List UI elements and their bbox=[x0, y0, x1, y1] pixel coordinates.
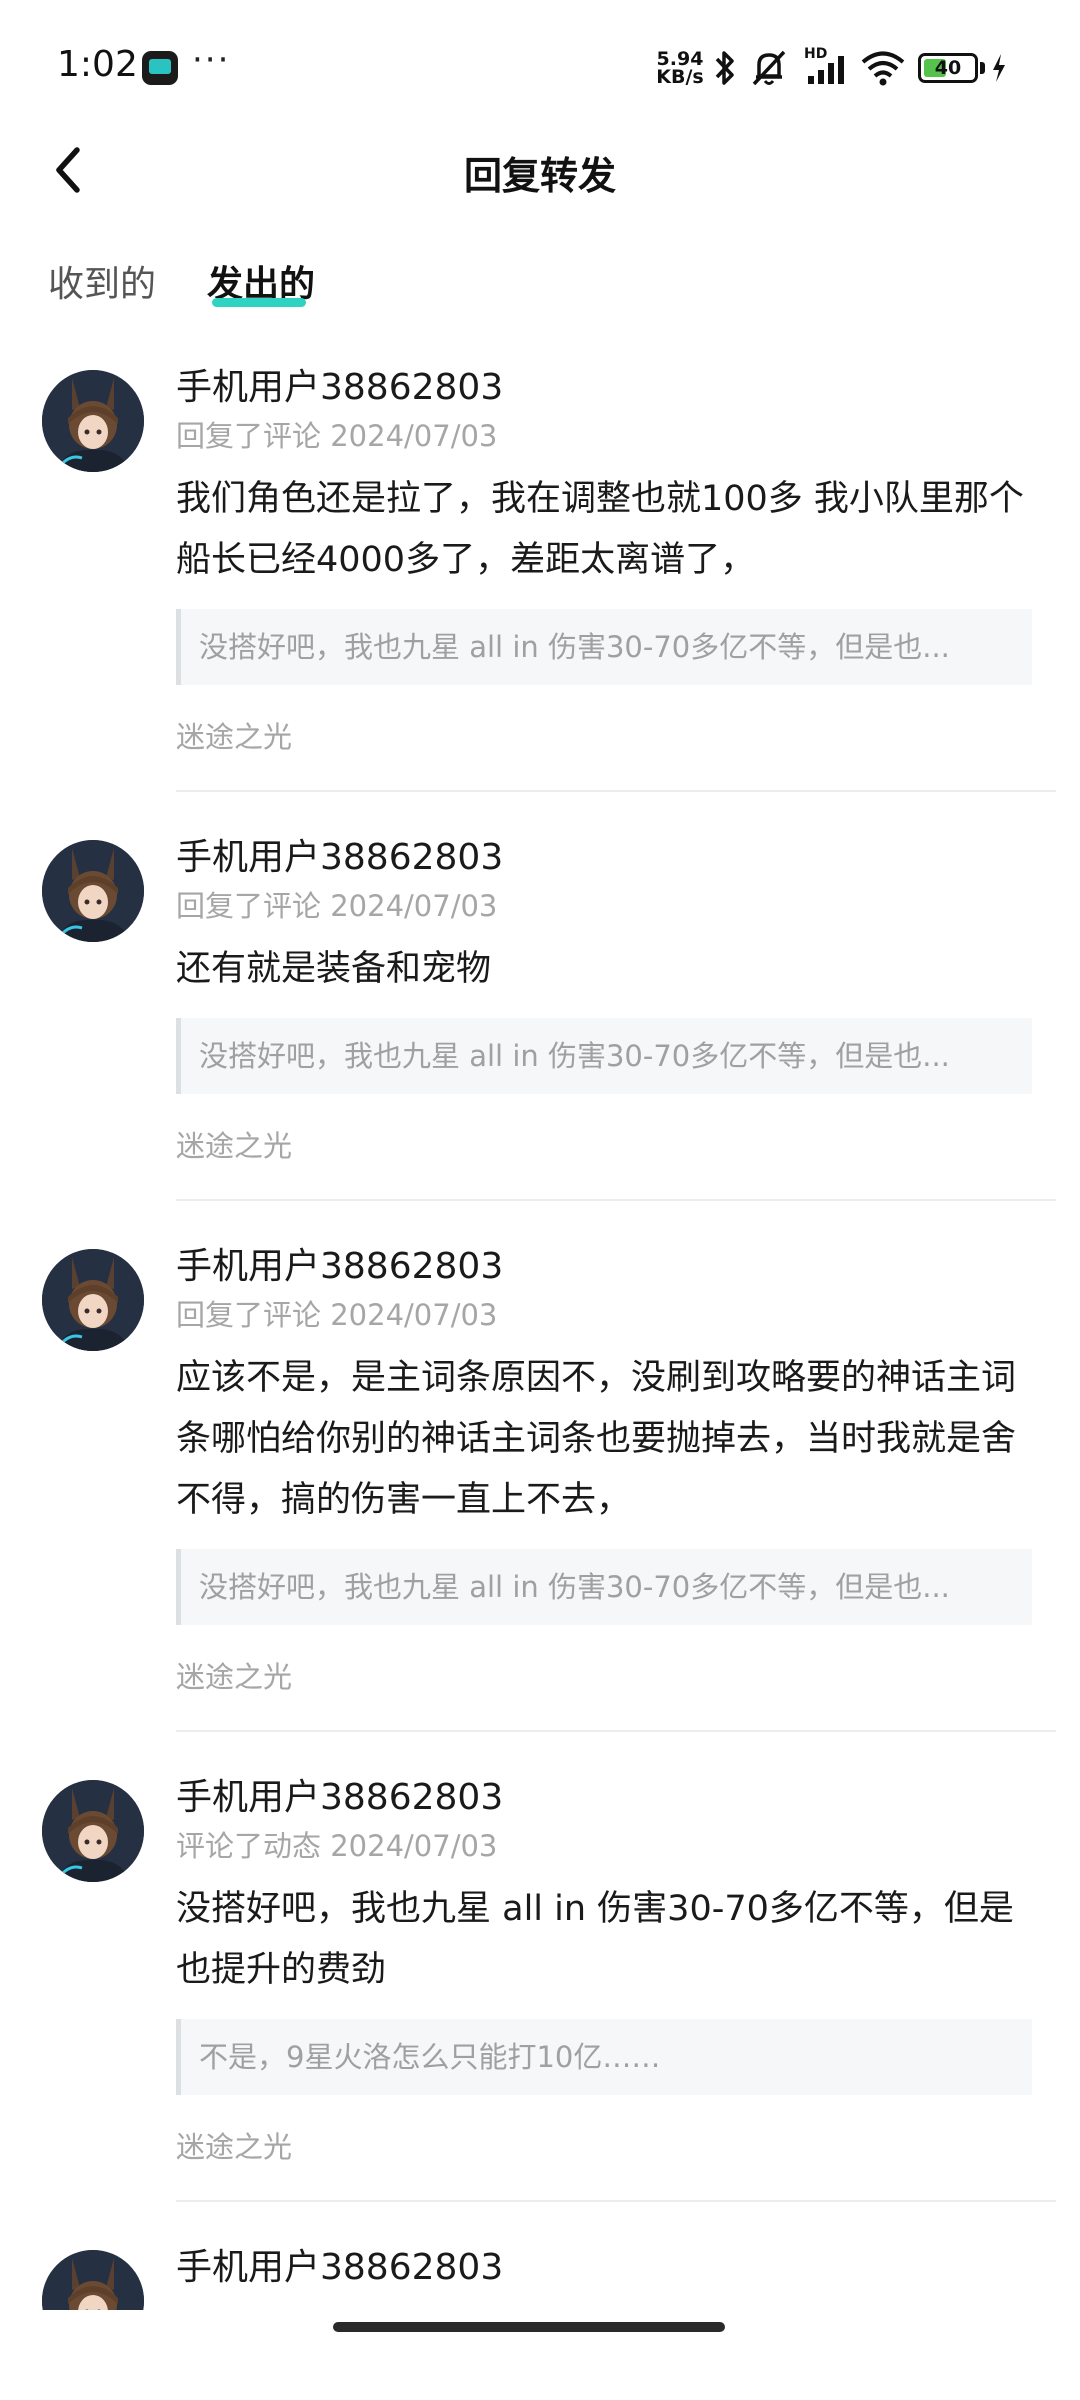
quoted-comment[interactable]: 没搭好吧，我也九星 all in 伤害30-70多亿不等，但是也... bbox=[176, 609, 1032, 685]
battery-icon: 40 bbox=[918, 53, 978, 83]
game-name[interactable]: 迷途之光 bbox=[176, 1657, 1032, 1697]
avatar-image bbox=[42, 840, 144, 942]
battery-level: 40 bbox=[934, 57, 962, 79]
net-speed: 5.94 KB/s bbox=[655, 50, 705, 88]
game-name[interactable]: 迷途之光 bbox=[176, 1126, 1032, 1166]
list-item[interactable]: 手机用户38862803 回复了评论 2024/07/03 我们角色还是拉了，我… bbox=[0, 360, 1080, 792]
list-item[interactable]: 手机用户38862803 回复了评论 2024/07/03 还有就是装备和宠物 … bbox=[0, 830, 1080, 1201]
reply-meta: 回复了评论 2024/07/03 bbox=[176, 419, 498, 453]
divider bbox=[176, 790, 1056, 792]
net-speed-unit: KB/s bbox=[656, 66, 704, 88]
more-dots-icon: ··· bbox=[192, 40, 231, 80]
avatar-image bbox=[42, 1249, 144, 1351]
divider bbox=[176, 1730, 1056, 1732]
quoted-comment[interactable]: 不是，9星火洛怎么只能打10亿…… bbox=[176, 2019, 1032, 2095]
divider bbox=[176, 2200, 1056, 2202]
tab-received[interactable]: 收到的 bbox=[48, 255, 156, 307]
reply-meta: 回复了评论 2024/07/03 bbox=[176, 1298, 498, 1332]
quoted-comment[interactable]: 没搭好吧，我也九星 all in 伤害30-70多亿不等，但是也... bbox=[176, 1018, 1032, 1094]
divider bbox=[176, 1199, 1056, 1201]
reply-content[interactable]: 没搭好吧，我也九星 all in 伤害30-70多亿不等，但是也提升的费劲 bbox=[176, 1879, 1032, 2001]
username[interactable]: 手机用户38862803 bbox=[176, 1770, 1032, 1826]
reply-meta: 回复了评论 2024/07/03 bbox=[176, 889, 498, 923]
avatar[interactable] bbox=[42, 2250, 144, 2310]
game-name[interactable]: 迷途之光 bbox=[176, 2127, 1032, 2167]
reply-content[interactable]: 应该不是，是主词条原因不，没刷到攻略要的神话主词条哪怕给你别的神话主词条也要抛掉… bbox=[176, 1348, 1032, 1531]
signal-icon bbox=[808, 56, 844, 84]
mute-icon bbox=[752, 50, 786, 86]
charging-icon bbox=[993, 54, 1005, 82]
list-item[interactable]: 手机用户38862803 回复了评论 2024/07/03 应该不是，是主词条原… bbox=[0, 1239, 1080, 1732]
quoted-comment[interactable]: 没搭好吧，我也九星 all in 伤害30-70多亿不等，但是也... bbox=[176, 1549, 1032, 1625]
username[interactable]: 手机用户38862803 bbox=[176, 830, 1032, 886]
home-indicator[interactable] bbox=[333, 2322, 725, 2332]
wifi-icon bbox=[861, 51, 905, 86]
avatar-image bbox=[42, 1780, 144, 1882]
page-title: 回复转发 bbox=[463, 154, 616, 198]
bluetooth-icon bbox=[715, 51, 734, 85]
reply-content[interactable]: 我们角色还是拉了，我在调整也就100多 我小队里那个船长已经4000多了，差距太… bbox=[176, 469, 1032, 591]
username[interactable]: 手机用户38862803 bbox=[176, 360, 1032, 416]
avatar-image bbox=[42, 370, 144, 472]
active-tab-indicator bbox=[212, 298, 306, 307]
reply-list[interactable]: 手机用户38862803 回复了评论 2024/07/03 我们角色还是拉了，我… bbox=[0, 360, 1080, 2310]
status-time: 1:02 bbox=[57, 44, 138, 85]
battery-cap bbox=[980, 62, 985, 74]
username[interactable]: 手机用户38862803 bbox=[176, 2240, 1032, 2296]
header: 回复转发 bbox=[0, 135, 1080, 245]
game-name[interactable]: 迷途之光 bbox=[176, 717, 1032, 757]
avatar[interactable] bbox=[42, 370, 144, 472]
reply-meta: 评论了动态 2024/07/03 bbox=[176, 1829, 498, 1863]
username[interactable]: 手机用户38862803 bbox=[176, 1239, 1032, 1295]
list-item[interactable]: 手机用户38862803 bbox=[0, 2240, 1080, 2310]
avatar-image bbox=[42, 2250, 144, 2310]
list-item[interactable]: 手机用户38862803 评论了动态 2024/07/03 没搭好吧，我也九星 … bbox=[0, 1770, 1080, 2202]
tab-bar: 收到的 发出的 bbox=[0, 255, 1080, 325]
avatar[interactable] bbox=[42, 1780, 144, 1882]
avatar[interactable] bbox=[42, 840, 144, 942]
status-bar: 1:02 ··· 5.94 KB/s HD 40 bbox=[0, 0, 1080, 135]
avatar[interactable] bbox=[42, 1249, 144, 1351]
reply-content[interactable]: 还有就是装备和宠物 bbox=[176, 939, 1032, 1000]
app-icon bbox=[142, 51, 178, 85]
